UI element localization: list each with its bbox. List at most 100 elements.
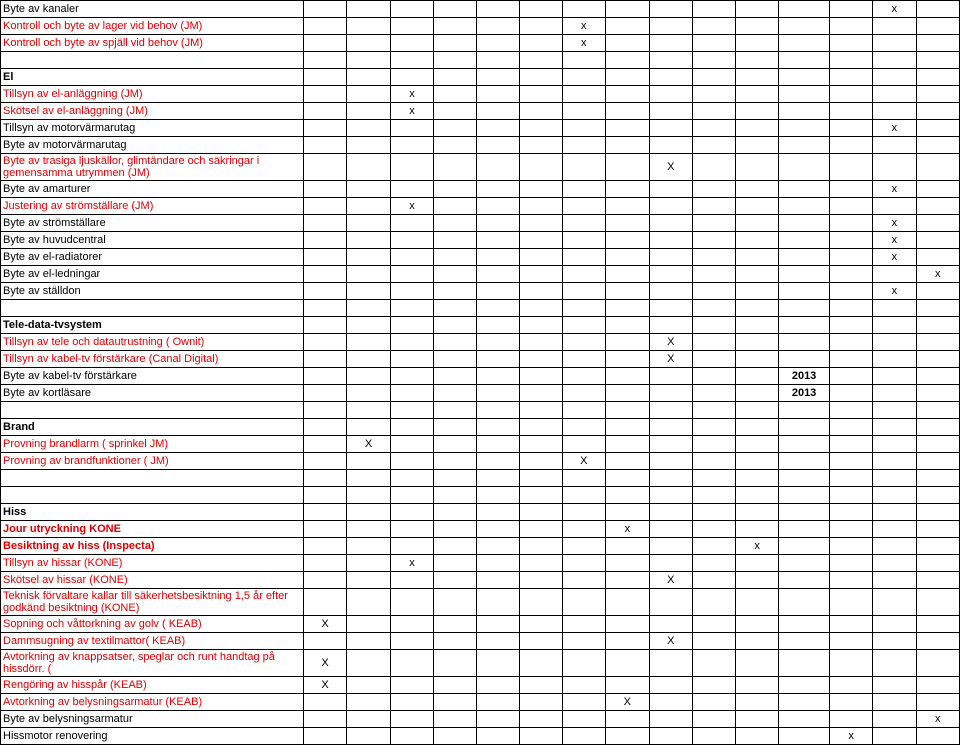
table-cell	[347, 419, 391, 436]
table-cell	[829, 436, 872, 453]
table-cell	[873, 69, 916, 86]
table-cell	[779, 120, 830, 137]
table-cell	[434, 266, 477, 283]
table-cell	[916, 504, 959, 521]
table-cell	[303, 487, 347, 504]
table-cell: x	[873, 249, 916, 266]
table-cell	[693, 249, 736, 266]
table-cell	[606, 572, 650, 589]
table-cell	[476, 181, 519, 198]
table-cell	[519, 728, 562, 745]
table-cell	[735, 633, 778, 650]
table-cell	[476, 215, 519, 232]
table-cell	[562, 470, 606, 487]
table-cell	[390, 300, 433, 317]
row-label: Hissmotor renovering	[1, 728, 304, 745]
table-row: Brand	[1, 419, 960, 436]
table-cell	[562, 69, 606, 86]
table-cell	[779, 650, 830, 677]
table-cell	[779, 572, 830, 589]
table-cell	[693, 317, 736, 334]
table-cell	[649, 18, 693, 35]
table-cell	[693, 300, 736, 317]
table-cell	[519, 453, 562, 470]
table-cell	[347, 120, 391, 137]
table-cell	[735, 504, 778, 521]
table-cell	[606, 402, 650, 419]
table-cell	[735, 572, 778, 589]
table-cell	[476, 334, 519, 351]
table-cell	[476, 436, 519, 453]
table-row: Byte av trasiga ljuskällor, glimtändare …	[1, 154, 960, 181]
table-cell	[779, 35, 830, 52]
table-cell	[347, 317, 391, 334]
row-label: Byte av el-ledningar	[1, 266, 304, 283]
table-cell	[390, 283, 433, 300]
table-cell	[916, 120, 959, 137]
table-cell	[873, 555, 916, 572]
table-cell	[916, 232, 959, 249]
table-cell	[829, 419, 872, 436]
table-cell	[562, 120, 606, 137]
table-cell	[519, 504, 562, 521]
table-cell	[390, 1, 433, 18]
table-row: Provning av brandfunktioner ( JM)X	[1, 453, 960, 470]
row-label: Tillsyn av motorvärmarutag	[1, 120, 304, 137]
table-cell	[829, 616, 872, 633]
table-cell	[476, 103, 519, 120]
table-cell	[562, 436, 606, 453]
table-cell	[735, 215, 778, 232]
table-cell	[735, 137, 778, 154]
table-cell	[735, 677, 778, 694]
table-cell	[303, 154, 347, 181]
table-cell	[829, 677, 872, 694]
table-cell	[829, 589, 872, 616]
table-cell	[434, 589, 477, 616]
table-cell	[562, 538, 606, 555]
row-label: Byte av belysningsarmatur	[1, 711, 304, 728]
table-cell	[649, 677, 693, 694]
table-cell	[519, 120, 562, 137]
table-cell	[303, 18, 347, 35]
table-cell	[829, 453, 872, 470]
table-cell	[735, 232, 778, 249]
table-cell	[916, 487, 959, 504]
table-cell	[779, 487, 830, 504]
table-cell	[476, 419, 519, 436]
table-cell	[303, 198, 347, 215]
table-row: Tillsyn av el-anläggning (JM)x	[1, 86, 960, 103]
table-cell: x	[873, 283, 916, 300]
table-cell	[347, 35, 391, 52]
table-cell	[303, 334, 347, 351]
table-cell	[606, 616, 650, 633]
table-cell	[649, 86, 693, 103]
table-cell	[476, 232, 519, 249]
table-cell	[476, 52, 519, 69]
table-cell	[735, 436, 778, 453]
table-cell	[873, 385, 916, 402]
table-cell	[916, 215, 959, 232]
row-label: Jour utryckning KONE	[1, 521, 304, 538]
table-cell	[562, 334, 606, 351]
table-cell	[434, 86, 477, 103]
table-cell	[562, 317, 606, 334]
table-cell	[829, 711, 872, 728]
table-cell	[347, 728, 391, 745]
table-cell	[649, 249, 693, 266]
table-cell	[693, 538, 736, 555]
table-row	[1, 52, 960, 69]
table-cell	[873, 103, 916, 120]
table-cell	[519, 249, 562, 266]
table-cell	[916, 35, 959, 52]
table-cell	[606, 69, 650, 86]
table-cell	[303, 351, 347, 368]
table-cell	[476, 283, 519, 300]
table-cell	[873, 86, 916, 103]
table-row: Hiss	[1, 504, 960, 521]
table-cell	[829, 154, 872, 181]
table-cell	[829, 120, 872, 137]
table-cell: x	[390, 198, 433, 215]
row-label: Besiktning av hiss (Inspecta)	[1, 538, 304, 555]
table-cell	[916, 300, 959, 317]
table-row: Tele-data-tvsystem	[1, 317, 960, 334]
